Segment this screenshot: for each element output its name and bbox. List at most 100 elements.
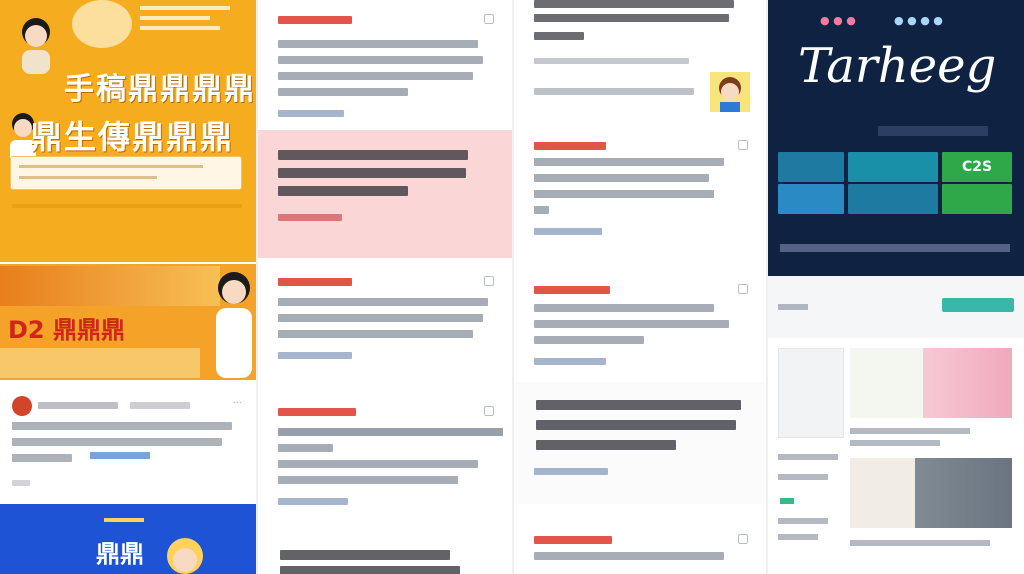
site-photo[interactable] [850,458,1012,528]
site-text-line [778,454,838,460]
card-meta[interactable] [534,358,606,365]
text-card[interactable] [514,126,766,252]
poster-headline-2: 鼎生傳鼎鼎鼎 [30,118,235,156]
card-text-line [278,168,466,178]
card-title[interactable] [534,286,610,294]
card-text-line [278,150,468,160]
poster-tile[interactable] [778,184,844,214]
poster-headline-1: 手稿鼎鼎鼎鼎 [64,72,256,107]
card-text-line [278,428,503,436]
card-text-line [534,336,644,344]
text-card[interactable] [514,0,766,128]
card-text-line [534,58,689,64]
card-meta[interactable] [278,352,352,359]
poster-card-orange[interactable]: 手稿鼎鼎鼎鼎 鼎生傳鼎鼎鼎 [0,0,256,262]
text-card[interactable] [258,0,512,128]
card-text-line [280,550,450,560]
poster-tile[interactable]: C2S [942,152,1012,182]
poster-strip [0,348,200,378]
card-text-line [278,314,483,322]
card-title[interactable] [278,16,352,24]
poster-subtitle [878,126,988,136]
card-text-line [534,174,709,182]
column-4: ● ● ● ● ● ● ● Tarheeg C2S [768,0,1024,574]
poster-banner [0,266,220,306]
card-text-line [278,72,473,80]
poster-card-blue[interactable]: 鼎鼎 [0,504,256,574]
flower-decoration [72,0,132,48]
card-title[interactable] [278,278,352,286]
card-text-line [278,88,408,96]
card-meta[interactable] [278,214,342,221]
card-text-line [534,14,729,22]
post-text-line [12,438,222,446]
poster-tile[interactable] [848,152,938,182]
text-card[interactable] [258,534,512,574]
column-3 [514,0,766,574]
text-card[interactable] [514,382,766,504]
card-meta[interactable] [278,110,344,117]
card-text-line [280,566,460,574]
site-text-line [778,534,818,540]
card-text-line [534,320,729,328]
card-title[interactable] [534,536,612,544]
card-text-line [534,0,734,8]
text-card[interactable] [514,520,766,574]
post-action[interactable] [12,480,30,486]
poster-tile[interactable] [778,152,844,182]
site-text-line [850,540,990,546]
card-meta[interactable] [278,498,348,505]
card-meta[interactable] [534,228,602,235]
website-preview-card[interactable] [768,278,1024,574]
card-text-line [534,190,714,198]
card-text-line [278,460,478,468]
card-title[interactable] [278,408,356,416]
bookmark-icon[interactable] [738,534,748,544]
bookmark-icon[interactable] [738,284,748,294]
poster-footer-line [12,204,242,208]
post-link[interactable] [90,452,150,459]
card-text-line [278,444,333,452]
poster-tile[interactable] [848,184,938,214]
avatar[interactable] [12,396,32,416]
poster-footer-line [780,244,1010,252]
more-dots-icon[interactable]: ··· [232,398,242,409]
text-card[interactable] [514,270,766,380]
poster-card-orange-2[interactable]: D2 鼎鼎鼎 [0,264,256,380]
card-title[interactable] [534,142,606,150]
poster-small-text-pink: ● ● ● [820,14,856,27]
text-card[interactable] [258,262,512,392]
post-text-line [12,454,72,462]
column-1: 手稿鼎鼎鼎鼎 鼎生傳鼎鼎鼎 D2 鼎鼎鼎 ··· 鼎鼎 [0,0,256,574]
poster-title: 鼎鼎 [96,540,144,568]
bookmark-icon[interactable] [484,276,494,286]
site-button[interactable] [780,498,794,504]
site-hero-image[interactable] [850,348,1012,418]
post-username[interactable] [38,402,118,409]
card-text-line [536,440,676,450]
poster-info-box [10,156,242,190]
text-card[interactable] [258,392,512,522]
text-card-highlighted[interactable] [258,130,512,258]
card-text-line [278,330,473,338]
site-text-line [850,440,940,446]
bookmark-icon[interactable] [484,14,494,24]
poster-card-navy[interactable]: ● ● ● ● ● ● ● Tarheeg C2S [768,0,1024,276]
bookmark-icon[interactable] [484,406,494,416]
card-link-line[interactable] [534,88,694,95]
poster-tile[interactable] [942,184,1012,214]
poster-title: D2 鼎鼎鼎 [8,316,125,344]
bookmark-icon[interactable] [738,140,748,150]
poster-small-text-blue: ● ● ● ● [894,14,943,27]
poster-header-text [140,6,240,44]
cartoon-avatar [710,72,750,112]
card-text-line [278,298,488,306]
character-illustration [167,538,203,574]
post-card[interactable]: ··· [0,382,256,502]
site-text-line [778,518,828,524]
card-text-line [534,32,584,40]
card-text-line [534,158,724,166]
woman-illustration [216,272,252,378]
card-meta[interactable] [534,468,608,475]
site-tag[interactable] [942,298,1014,312]
